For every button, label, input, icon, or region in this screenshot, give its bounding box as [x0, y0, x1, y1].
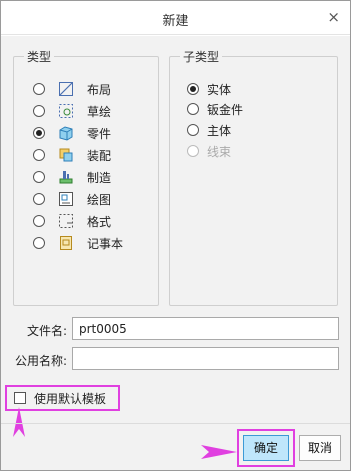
type-option-drawing[interactable]: 绘图: [33, 189, 111, 209]
layout-icon: [59, 82, 73, 96]
title-bar: 新建 ×: [1, 1, 350, 35]
radio-manufacturing[interactable]: [33, 171, 45, 183]
use-default-template-checkbox[interactable]: [14, 392, 26, 404]
filename-label: 文件名:: [26, 324, 67, 338]
type-label-notebook: 记事本: [87, 236, 124, 251]
common-name-label: 公用名称:: [14, 354, 67, 368]
footer-divider: [1, 423, 350, 424]
type-label-drawing: 绘图: [87, 192, 112, 207]
type-option-manufacturing[interactable]: 制造: [33, 167, 111, 187]
type-option-sketch[interactable]: 草绘: [33, 101, 111, 121]
sketch-icon: [59, 104, 73, 118]
part-icon: [59, 126, 73, 141]
common-name-input[interactable]: [72, 347, 339, 370]
type-label-format: 格式: [87, 214, 112, 229]
radio-sketch[interactable]: [33, 105, 45, 117]
type-label-part: 零件: [87, 126, 112, 141]
radio-harness: [187, 145, 199, 157]
type-option-format[interactable]: 格式: [33, 211, 111, 231]
radio-solid[interactable]: [187, 83, 199, 95]
radio-body[interactable]: [187, 124, 199, 136]
type-label-manufacturing: 制造: [87, 170, 112, 185]
subtype-label-body: 主体: [207, 123, 232, 138]
subtype-label-solid: 实体: [207, 82, 232, 97]
filename-input[interactable]: [72, 317, 339, 340]
type-label-assembly: 装配: [87, 148, 112, 163]
arrow-up-icon: [13, 407, 25, 437]
arrow-right-icon: [201, 445, 237, 459]
subtype-label-harness: 线束: [207, 144, 232, 159]
subtype-option-sheetmetal[interactable]: 钣金件: [187, 99, 243, 119]
type-group-legend: 类型: [27, 50, 52, 64]
ok-button[interactable]: 确定: [243, 435, 289, 461]
type-label-sketch: 草绘: [87, 104, 112, 119]
close-icon[interactable]: ×: [327, 8, 340, 26]
subtype-option-body[interactable]: 主体: [187, 120, 231, 140]
radio-assembly[interactable]: [33, 149, 45, 161]
type-label-layout: 布局: [87, 82, 112, 97]
new-file-dialog: 新建 × 类型 布局 草绘 零件 装配 制造 绘图 格式 记事本 子类型 实体 …: [0, 0, 351, 471]
type-option-part[interactable]: 零件: [33, 123, 111, 143]
format-icon: [59, 214, 73, 228]
notebook-icon: [60, 236, 72, 250]
type-option-layout[interactable]: 布局: [33, 79, 111, 99]
manufacturing-icon: [59, 171, 73, 184]
radio-layout[interactable]: [33, 83, 45, 95]
drawing-icon: [59, 192, 73, 206]
use-default-template-label: 使用默认模板: [34, 391, 107, 406]
type-option-assembly[interactable]: 装配: [33, 145, 111, 165]
assembly-icon: [59, 148, 73, 162]
radio-drawing[interactable]: [33, 193, 45, 205]
type-option-notebook[interactable]: 记事本: [33, 233, 123, 253]
subtype-group-legend: 子类型: [183, 50, 220, 64]
radio-notebook[interactable]: [33, 237, 45, 249]
radio-sheetmetal[interactable]: [187, 103, 199, 115]
subtype-option-solid[interactable]: 实体: [187, 79, 231, 99]
cancel-button[interactable]: 取消: [299, 435, 341, 461]
subtype-label-sheetmetal: 钣金件: [207, 102, 244, 117]
dialog-title: 新建: [162, 14, 189, 29]
radio-format[interactable]: [33, 215, 45, 227]
radio-part[interactable]: [33, 127, 45, 139]
subtype-option-harness: 线束: [187, 141, 231, 161]
